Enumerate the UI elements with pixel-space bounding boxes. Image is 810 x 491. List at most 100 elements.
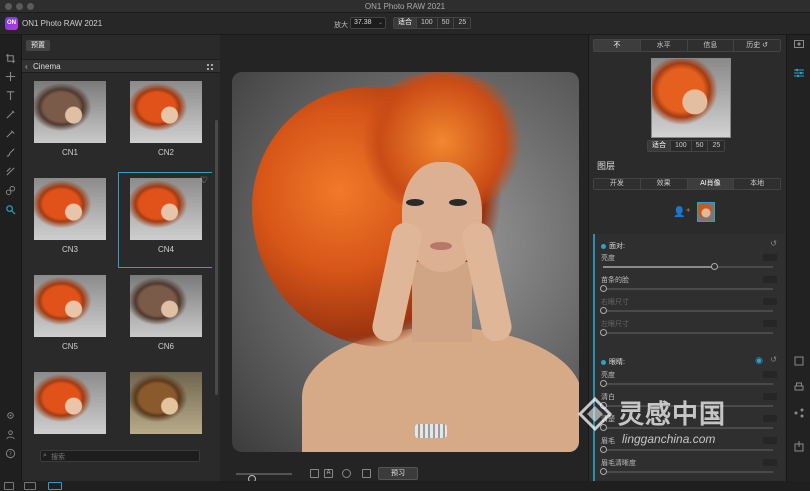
mask-view-icon[interactable] (342, 469, 351, 478)
slider-knob[interactable] (600, 402, 607, 409)
layout-single-icon[interactable] (4, 482, 14, 490)
share-icon[interactable] (793, 407, 805, 419)
tab-info[interactable]: 信息 (687, 40, 735, 51)
portrait-photo[interactable] (232, 72, 579, 452)
adjustment-slider[interactable] (600, 285, 773, 292)
portrait-tool-icon[interactable] (4, 203, 17, 216)
tab-develop[interactable]: 开发 (594, 179, 641, 189)
slider-value-field[interactable] (763, 298, 777, 305)
resize-icon[interactable] (793, 355, 805, 367)
browse-icon[interactable] (793, 38, 805, 50)
slider-knob[interactable] (600, 380, 607, 387)
preview-button[interactable]: 预习 (378, 467, 418, 480)
reset-icon[interactable]: ↺ (770, 239, 777, 248)
slider-knob[interactable] (710, 263, 718, 270)
image-canvas[interactable]: A 预习 (222, 35, 586, 483)
compare-view-icon[interactable]: A (324, 469, 333, 478)
slider-knob[interactable] (600, 329, 607, 336)
slider-value-field[interactable] (763, 320, 777, 327)
preset-preview-image (130, 372, 202, 434)
slider-knob[interactable] (600, 424, 607, 431)
settings-tool-icon[interactable] (4, 409, 17, 422)
edit-module-tabs: 开发 效果 AI肖像 本地 (593, 178, 781, 190)
favorite-heart-icon[interactable]: ♡ (200, 175, 208, 186)
slider-value-field[interactable] (763, 437, 777, 444)
adjustment-slider[interactable] (600, 307, 773, 314)
adjustment-slider[interactable] (600, 329, 773, 336)
slider-knob[interactable] (600, 468, 607, 475)
detected-face-thumbnail[interactable] (697, 202, 715, 222)
slider-knob[interactable] (600, 307, 607, 314)
slider-knob[interactable] (600, 446, 607, 453)
adjustment-slider[interactable] (600, 402, 773, 409)
grid-view-icon[interactable] (207, 64, 213, 70)
adjustment-slider[interactable] (603, 263, 773, 270)
crop-tool-icon[interactable] (4, 52, 17, 65)
export-icon[interactable] (793, 440, 805, 452)
tab-local[interactable]: 本地 (734, 179, 780, 189)
slider-value-field[interactable] (763, 393, 777, 400)
preset-search-input[interactable]: ⌕ 搜索 (40, 450, 200, 462)
slider-value-field[interactable] (763, 371, 777, 378)
face-section-header[interactable]: 面对: (601, 241, 625, 251)
preset-thumbnail[interactable]: CN1 (22, 75, 118, 171)
gradient-tool-icon[interactable] (4, 165, 17, 178)
brush-tool-icon[interactable] (4, 146, 17, 159)
adjustment-slider[interactable] (600, 446, 773, 453)
slider-value-field[interactable] (763, 415, 777, 422)
tab-history[interactable]: 历史 ↺ (734, 40, 780, 51)
tab-effects[interactable]: 效果 (640, 179, 688, 189)
nav-zoom-50[interactable]: 50 (691, 141, 709, 151)
section-toggle-dot[interactable] (601, 243, 606, 249)
adjustment-slider[interactable] (600, 380, 773, 387)
zoom-100-button[interactable]: 100 (417, 18, 438, 28)
transform-tool-icon[interactable] (4, 70, 17, 83)
preset-thumbnail[interactable]: CN2 (118, 75, 212, 171)
slider-knob[interactable] (600, 285, 607, 292)
zoom-fit-button[interactable]: 适合 (394, 18, 417, 28)
slider-value-field[interactable] (763, 276, 777, 283)
single-view-icon[interactable] (310, 469, 319, 478)
eye-visibility-icon[interactable]: ◉ (755, 355, 763, 366)
preset-thumbnail[interactable]: CN5 (22, 269, 118, 365)
adjustment-slider[interactable] (600, 424, 773, 431)
slider-value-field[interactable] (763, 254, 777, 261)
edit-icon[interactable] (793, 67, 805, 79)
chain-tool-icon[interactable] (4, 184, 17, 197)
preset-thumbnail[interactable]: CN6 (118, 269, 212, 365)
nav-zoom-fit[interactable]: 适合 (648, 141, 671, 151)
print-icon[interactable] (793, 381, 805, 393)
eyes-section-header[interactable]: 眼睛: (601, 357, 625, 367)
presets-tab[interactable]: 预置 (26, 40, 50, 51)
zoom-25-button[interactable]: 25 (454, 18, 471, 28)
reset-icon[interactable]: ↺ (770, 355, 777, 364)
section-toggle-dot[interactable] (601, 359, 606, 365)
preset-thumbnail[interactable] (118, 366, 212, 435)
preset-thumbnail[interactable] (22, 366, 118, 435)
adjustment-slider[interactable] (600, 468, 773, 475)
before-after-icon[interactable] (362, 469, 371, 478)
tab-none[interactable]: 不 (594, 40, 641, 51)
chevron-left-icon[interactable]: ‹ (25, 62, 28, 71)
retouch-tool-icon[interactable] (4, 108, 17, 121)
preset-thumbnail[interactable]: CN4 ♡ (118, 172, 212, 268)
tab-level[interactable]: 水平 (640, 40, 688, 51)
nav-zoom-25[interactable]: 25 (708, 141, 725, 151)
tab-ai-portrait[interactable]: AI肖像 (687, 179, 735, 189)
slider-value-field[interactable] (763, 459, 777, 466)
clone-tool-icon[interactable] (4, 127, 17, 140)
layout-filmstrip-icon[interactable] (24, 482, 36, 490)
add-face-icon[interactable]: 👤⁺ (673, 207, 691, 218)
zoom-50-button[interactable]: 50 (437, 18, 455, 28)
text-tool-icon[interactable] (4, 89, 17, 102)
zoom-select[interactable]: 37.38 ⌄ (350, 17, 386, 29)
layout-panel-icon[interactable] (48, 482, 62, 490)
navigator-thumbnail[interactable] (651, 58, 731, 138)
nav-zoom-100[interactable]: 100 (671, 141, 692, 151)
thumbnail-size-slider[interactable] (236, 473, 292, 483)
person-tool-icon[interactable] (4, 428, 17, 441)
preset-scrollbar[interactable] (215, 120, 218, 395)
preset-thumbnail[interactable]: CN3 (22, 172, 118, 268)
help-icon[interactable]: ? (4, 447, 17, 460)
preset-category-breadcrumb[interactable]: ‹ Cinema (22, 59, 220, 73)
